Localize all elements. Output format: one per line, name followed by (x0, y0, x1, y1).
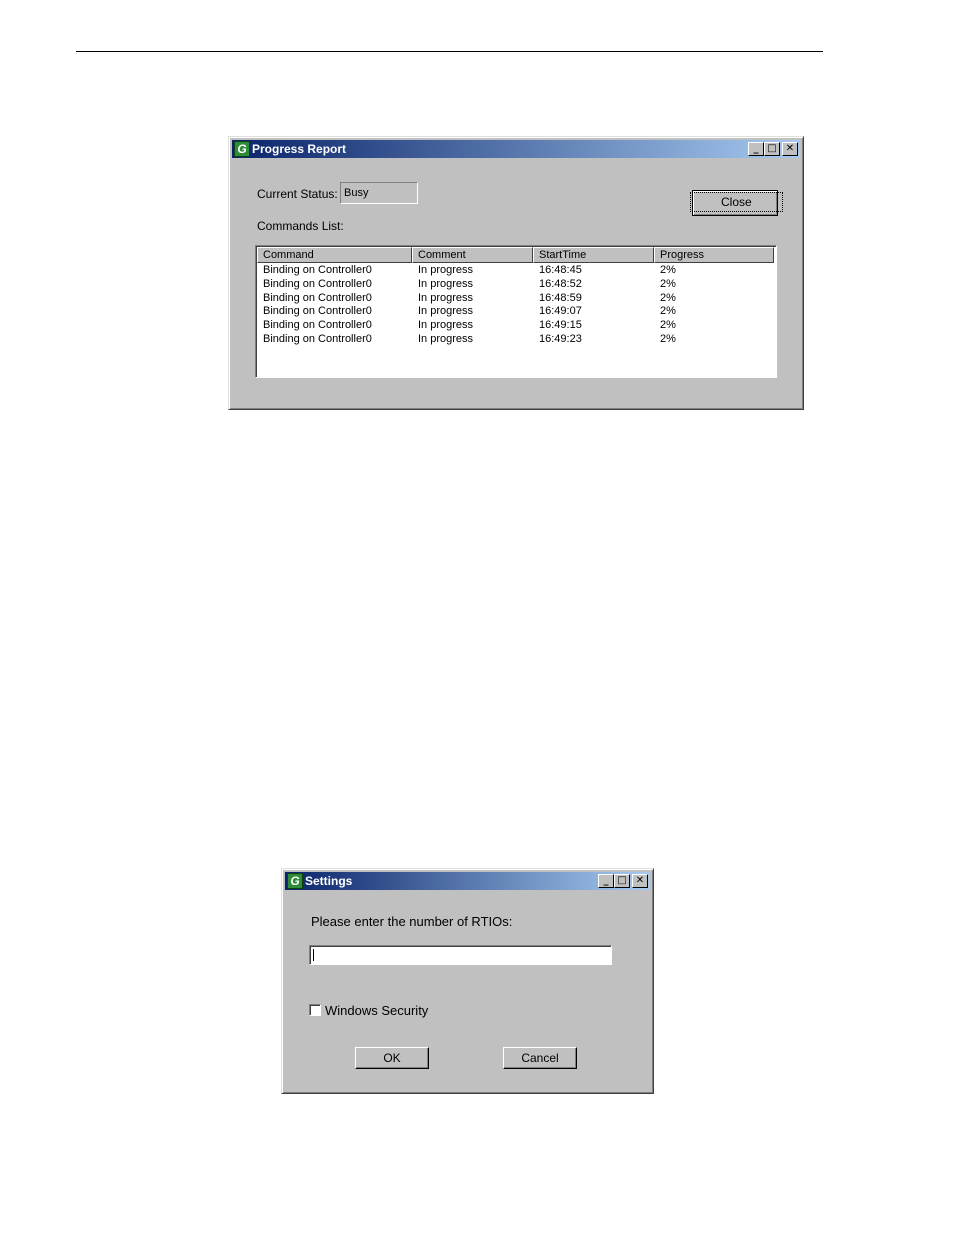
app-g-icon: G (287, 873, 303, 889)
column-header-command[interactable]: Command (257, 247, 412, 263)
cell-progress: 2% (660, 264, 676, 276)
settings-window: G Settings _ □ ✕ Please enter the number… (281, 868, 654, 1094)
column-header-starttime[interactable]: StartTime (533, 247, 654, 263)
cell-command: Binding on Controller0 (263, 333, 372, 345)
cell-command: Binding on Controller0 (263, 305, 372, 318)
maximize-icon[interactable]: □ (614, 874, 630, 888)
progress-report-titlebar[interactable]: G Progress Report _ □ ✕ (232, 140, 800, 158)
cell-comment: In progress (418, 305, 474, 318)
close-icon[interactable]: ✕ (782, 142, 798, 156)
cell-progress: 2% (660, 319, 676, 332)
window-title: Progress Report (252, 142, 347, 156)
close-icon[interactable]: ✕ (632, 874, 648, 888)
text-caret (313, 949, 314, 961)
table-row[interactable]: Binding on Controller0 In progress 16:48:5… (256, 278, 774, 291)
close-button-label: Close (690, 192, 783, 212)
column-header-comment[interactable]: Comment (412, 247, 533, 263)
cell-comment: In progress (418, 264, 474, 276)
commands-list[interactable]: Command Comment StartTime Progress Bindi… (255, 245, 777, 378)
cell-comment: In progress (418, 319, 474, 332)
cancel-button[interactable]: Cancel (503, 1047, 577, 1069)
cell-starttime: 16:49:23 (539, 333, 582, 345)
cell-command: Binding on Controller0 (263, 277, 372, 290)
cell-starttime: 16:48:45 (539, 264, 582, 276)
cell-command: Binding on Controller0 (263, 264, 372, 276)
progress-report-window: G Progress Report _ □ ✕ Current Status: … (228, 136, 804, 410)
rtio-prompt-label: Please enter the number of RTIOs: (311, 914, 513, 929)
table-row[interactable]: Binding on Controller0 In progress 16:48:4… (256, 264, 774, 277)
table-row[interactable]: Binding on Controller0 In progress 16:49:0… (256, 305, 774, 318)
maximize-icon[interactable]: □ (764, 142, 780, 156)
cell-starttime: 16:48:59 (539, 291, 582, 304)
current-status-label: Current Status: (257, 187, 338, 201)
app-g-icon: G (234, 141, 250, 157)
table-row[interactable]: Binding on Controller0 In progress 16:48:5… (256, 292, 774, 305)
rtio-count-input[interactable] (309, 945, 612, 965)
current-status-field: Busy (340, 182, 418, 204)
page-header-rule (76, 51, 823, 52)
windows-security-label[interactable]: Windows Security (325, 1003, 428, 1018)
minimize-icon[interactable]: _ (748, 142, 764, 156)
cell-progress: 2% (660, 277, 676, 290)
column-header-progress[interactable]: Progress (654, 247, 774, 263)
cell-starttime: 16:49:15 (539, 319, 582, 332)
cell-command: Binding on Controller0 (263, 319, 372, 332)
cell-progress: 2% (660, 305, 676, 318)
commands-list-label: Commands List: (257, 219, 344, 233)
windows-security-checkbox[interactable] (309, 1004, 321, 1016)
ok-button[interactable]: OK (355, 1047, 429, 1069)
cell-starttime: 16:49:07 (539, 305, 582, 318)
cell-comment: In progress (418, 291, 474, 304)
table-row[interactable]: Binding on Controller0 In progress 16:49:1… (256, 319, 774, 332)
cell-command: Binding on Controller0 (263, 291, 372, 304)
settings-titlebar[interactable]: G Settings _ □ ✕ (285, 872, 650, 890)
cell-starttime: 16:48:52 (539, 277, 582, 290)
cell-progress: 2% (660, 291, 676, 304)
cell-comment: In progress (418, 333, 474, 345)
cell-comment: In progress (418, 277, 474, 290)
close-button[interactable]: Close (690, 190, 783, 216)
minimize-icon[interactable]: _ (598, 874, 614, 888)
cell-progress: 2% (660, 333, 676, 345)
window-title: Settings (305, 874, 353, 888)
table-row[interactable]: Binding on Controller0 In progress 16:49:2… (256, 333, 774, 346)
